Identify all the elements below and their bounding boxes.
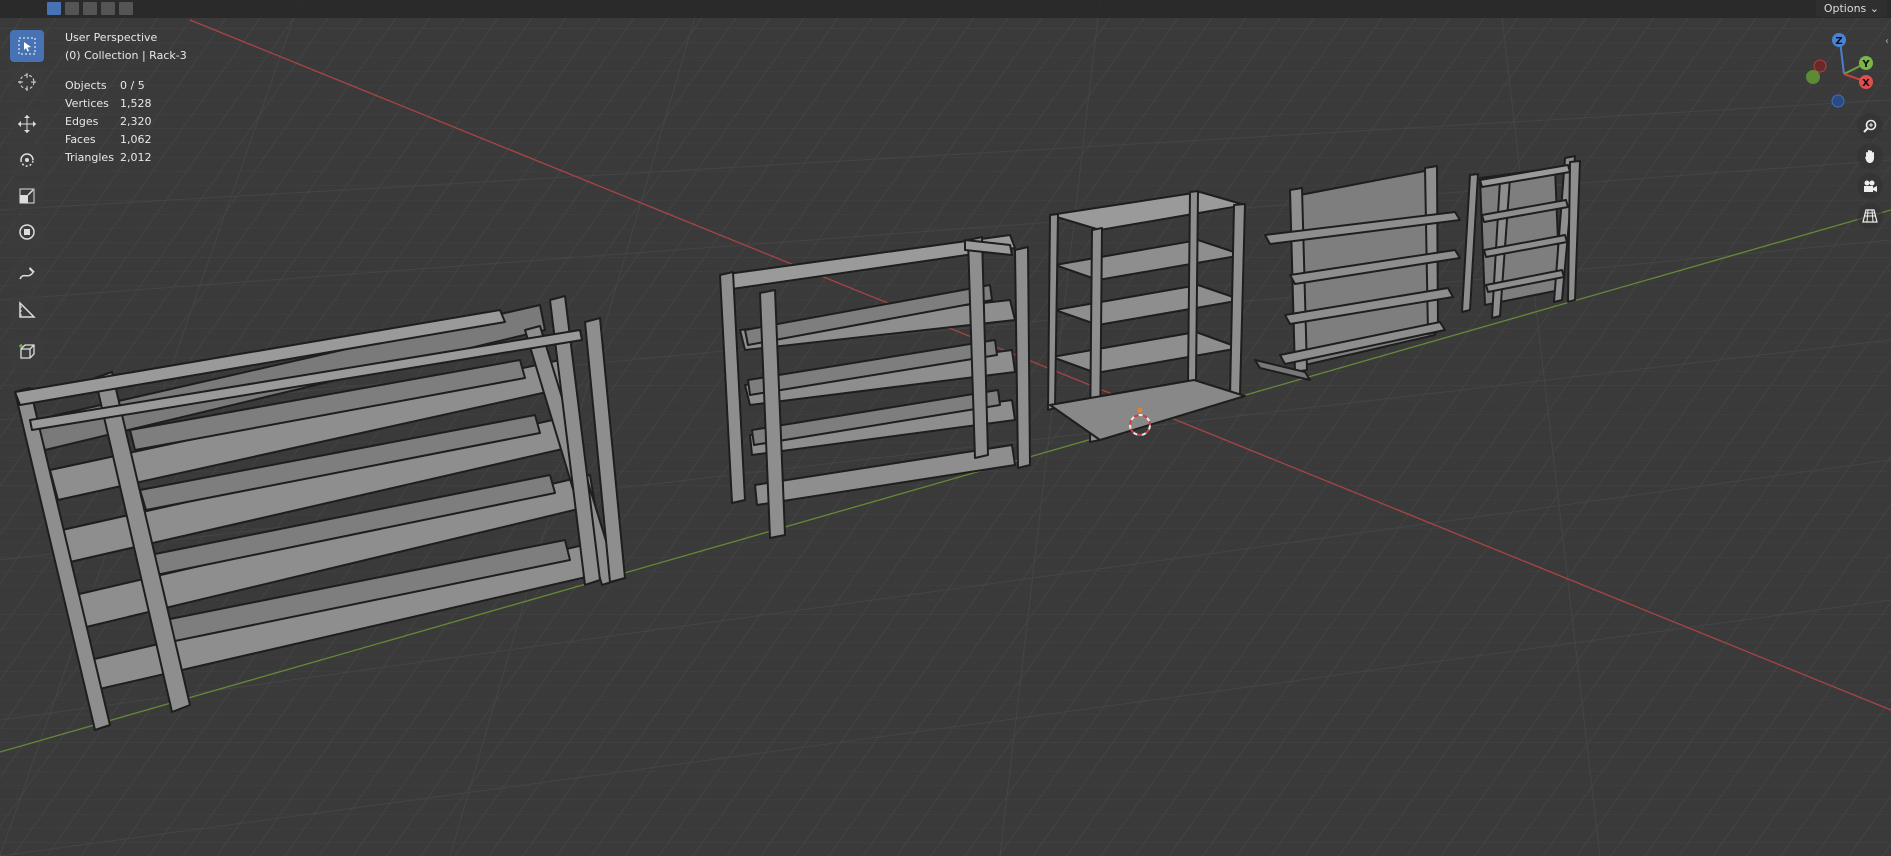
stat-row: Objects 0 / 5 <box>65 77 152 95</box>
select-box-tool[interactable] <box>10 30 44 62</box>
viewport-info: User Perspective (0) Collection | Rack-3 <box>65 29 187 65</box>
add-cube-tool[interactable] <box>10 336 44 368</box>
zoom-button[interactable] <box>1857 113 1883 139</box>
tool-shelf <box>10 30 46 372</box>
perspective-toggle-button[interactable] <box>1857 203 1883 229</box>
select-intersect-icon[interactable] <box>118 1 134 16</box>
select-invert-icon[interactable] <box>100 1 116 16</box>
scale-icon <box>19 188 35 204</box>
stat-value: 2,320 <box>120 115 152 128</box>
select-new-icon[interactable] <box>46 1 62 16</box>
select-extend-icon[interactable] <box>64 1 80 16</box>
stat-label: Edges <box>65 115 99 128</box>
zoom-magnifier-icon <box>1863 119 1877 133</box>
pan-button[interactable] <box>1857 143 1883 169</box>
camera-view-button[interactable] <box>1857 173 1883 199</box>
viewport-header: Options ⌄ <box>0 0 1891 18</box>
camera-icon <box>1864 180 1877 192</box>
select-subtract-icon[interactable] <box>82 1 98 16</box>
cube-add-icon <box>19 344 35 359</box>
stat-label: Faces <box>65 133 96 146</box>
crosshair-icon <box>18 73 36 91</box>
gizmo-x-neg[interactable] <box>1813 59 1827 73</box>
annotate-tool[interactable] <box>10 258 44 290</box>
stat-value: 1,528 <box>120 97 152 110</box>
chevron-down-icon: ⌄ <box>1869 2 1879 15</box>
stat-label: Objects <box>65 79 107 92</box>
scene-statistics: Objects 0 / 5 Vertices 1,528 Edges 2,320 Fa… <box>65 77 152 167</box>
stat-row: Vertices 1,528 <box>65 95 152 113</box>
measure-tool[interactable] <box>10 294 44 326</box>
stat-label: Triangles <box>65 151 114 164</box>
move-tool[interactable] <box>10 108 44 140</box>
options-dropdown[interactable]: Options ⌄ <box>1815 0 1887 17</box>
grid-perspective-icon <box>1862 209 1878 223</box>
ruler-icon <box>19 301 36 318</box>
rotate-icon <box>20 153 34 167</box>
gizmo-x-label: X <box>1862 78 1870 89</box>
gizmo-y-label: Y <box>1861 59 1870 70</box>
scale-tool[interactable] <box>10 180 44 212</box>
gizmo-z-label: Z <box>1835 36 1842 47</box>
rotate-tool[interactable] <box>10 144 44 176</box>
navigation-gizmo[interactable]: Z Y X <box>1800 28 1890 118</box>
transform-tool[interactable] <box>10 216 44 248</box>
pencil-icon <box>19 267 35 280</box>
select-mode-group <box>46 1 134 16</box>
3d-viewport[interactable] <box>0 0 1891 856</box>
hand-icon <box>1865 150 1874 163</box>
stat-row: Edges 2,320 <box>65 113 152 131</box>
collection-name: (0) Collection | Rack-3 <box>65 49 187 62</box>
stat-value: 0 / 5 <box>120 79 145 92</box>
options-label: Options <box>1823 2 1867 15</box>
stat-row: Faces 1,062 <box>65 131 152 149</box>
sidebar-toggle-icon[interactable]: ‹ <box>1885 36 1889 47</box>
cursor-tool[interactable] <box>10 66 44 98</box>
move-arrows-icon <box>18 115 36 133</box>
stat-value: 2,012 <box>120 151 152 164</box>
gizmo-z-neg[interactable] <box>1831 94 1845 108</box>
transform-icon <box>19 224 35 240</box>
view-name: User Perspective <box>65 31 158 44</box>
stat-label: Vertices <box>65 97 109 110</box>
cursor-arrow-icon <box>18 37 36 55</box>
gizmo-y-neg[interactable] <box>1806 70 1820 84</box>
stat-row: Triangles 2,012 <box>65 149 152 167</box>
stat-value: 1,062 <box>120 133 152 146</box>
